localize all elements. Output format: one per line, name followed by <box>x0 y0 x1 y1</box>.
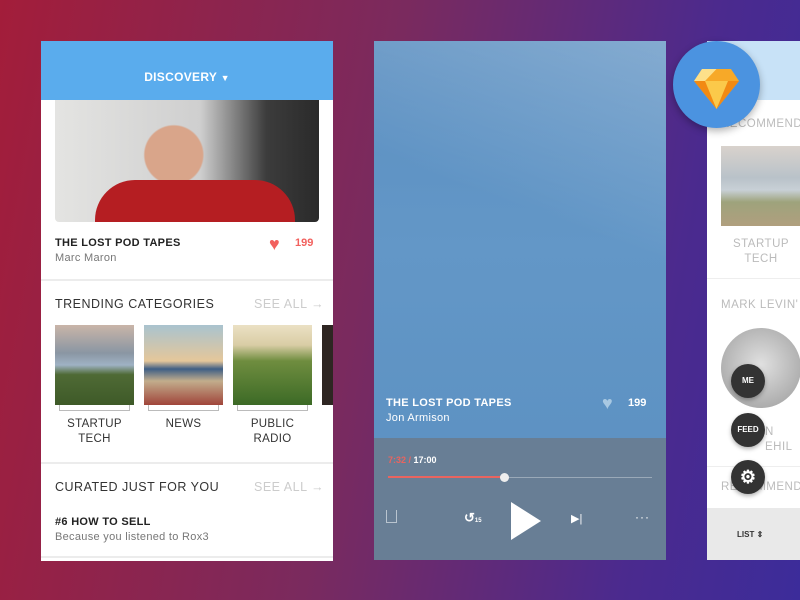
share-icon[interactable] <box>386 510 397 523</box>
divider <box>41 462 333 464</box>
chevron-down-icon: ▼ <box>220 73 230 83</box>
featured-title[interactable]: THE LOST POD TAPES <box>55 237 181 249</box>
see-all-curated[interactable]: SEE ALL → <box>254 480 324 494</box>
category-thumb-news[interactable] <box>144 325 223 405</box>
discovery-header[interactable]: DISCOVERY ▼ <box>41 41 333 100</box>
category-label: STARTUP TECH <box>67 418 122 445</box>
list-sort-button[interactable]: LIST ⇕ <box>737 530 763 539</box>
like-count: 199 <box>628 397 647 409</box>
curated-item-title[interactable]: #6 HOW TO SELL <box>55 516 151 528</box>
player-title: THE LOST POD TAPES <box>386 397 512 409</box>
curated-title: CURATED JUST FOR YOU <box>55 480 220 494</box>
featured-image[interactable] <box>55 100 319 222</box>
progress-fill <box>388 476 505 478</box>
skip-next-icon[interactable]: ▶| <box>571 512 582 525</box>
category-thumb-public-radio[interactable] <box>233 325 312 405</box>
divider <box>41 556 333 558</box>
feed-button[interactable]: FEED <box>731 413 765 447</box>
arrow-right-icon: → <box>311 480 325 494</box>
category-thumb-partial[interactable] <box>322 325 333 405</box>
gear-icon: ⚙ <box>739 467 757 487</box>
header-title: DISCOVERY <box>144 70 217 84</box>
see-all-trending[interactable]: SEE ALL → <box>254 297 324 311</box>
skip-back-icon[interactable]: ↺15 <box>464 510 482 526</box>
progress-handle[interactable] <box>500 473 510 482</box>
play-icon[interactable] <box>511 502 541 540</box>
player-author: Jon Armison <box>386 412 450 424</box>
discovery-screen: DISCOVERY ▼ THE LOST POD TAPES Marc Maro… <box>41 41 333 561</box>
trending-title: TRENDING CATEGORIES <box>55 297 215 311</box>
player-screen: THE LOST POD TAPES Jon Armison ♥ 199 7:3… <box>374 41 666 560</box>
player-controls: 7:32 / 17:00 ↺15 ▶| ··· <box>374 438 666 560</box>
curated-item-reason: Because you listened to Rox3 <box>55 531 209 543</box>
section-title: MARK LEVIN' <box>721 299 799 311</box>
diamond-icon <box>694 69 739 109</box>
me-button[interactable]: ME <box>731 364 765 398</box>
category-thumb[interactable] <box>721 146 800 226</box>
time-readout: 7:32 / 17:00 <box>388 455 437 465</box>
heart-icon[interactable]: ♥ <box>602 393 613 414</box>
heart-icon[interactable]: ♥ <box>269 234 280 255</box>
featured-author: Marc Maron <box>55 252 117 264</box>
arrow-right-icon: → <box>311 297 325 311</box>
category-label: NEWS <box>165 418 202 430</box>
sketch-logo <box>673 41 760 128</box>
more-icon[interactable]: ··· <box>635 510 650 524</box>
like-count: 199 <box>295 237 314 249</box>
person-name: N EHIL <box>765 426 793 453</box>
category-label: STARTUP TECH <box>732 238 790 265</box>
divider <box>41 279 333 281</box>
category-thumb-startup-tech[interactable] <box>55 325 134 405</box>
avatar[interactable] <box>721 328 800 408</box>
settings-button[interactable]: ⚙ <box>731 460 765 494</box>
category-label: PUBLIC RADIO <box>250 418 295 445</box>
